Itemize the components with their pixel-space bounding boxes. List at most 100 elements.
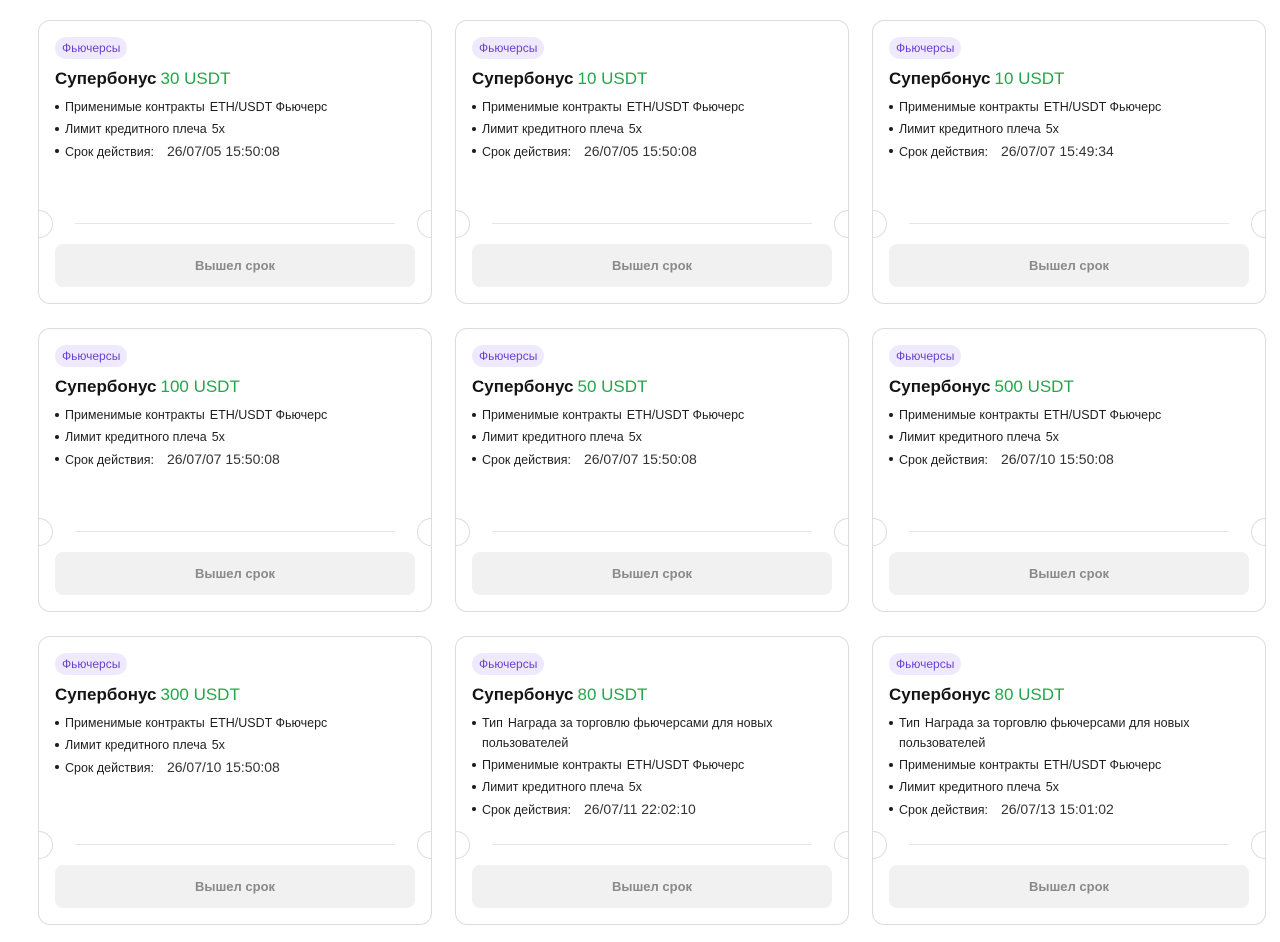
bonus-details-list: Применимые контракты ETH/USDT Фьючерс Лими… [889, 405, 1249, 470]
expired-button[interactable]: Вышел срок [472, 865, 832, 908]
bonus-detail-item: Лимит кредитного плеча 5x [472, 777, 832, 797]
bonus-details-list: Применимые контракты ETH/USDT Фьючерс Лими… [55, 713, 415, 778]
expired-button[interactable]: Вышел срок [889, 244, 1249, 287]
bonus-title-label: Супербонус [889, 377, 991, 396]
detail-value: 5x [628, 122, 642, 136]
ticket-notch-right [417, 210, 431, 238]
dashed-divider [909, 531, 1229, 532]
detail-key: Срок действия: [65, 453, 154, 467]
detail-value: 26/07/10 15:50:08 [166, 759, 280, 775]
card-content: Фьючерсы Супербонус 50 USDT Применимые конт… [456, 329, 848, 470]
bonus-detail-item: Лимит кредитного плеча 5x [889, 427, 1249, 447]
ticket-notch-right [834, 210, 848, 238]
detail-key: Тип [899, 716, 920, 730]
bonus-detail-item: Применимые контракты ETH/USDT Фьючерс [472, 755, 832, 775]
bonus-amount: 10 USDT [577, 69, 648, 88]
dashed-divider [492, 844, 812, 845]
card-content: Фьючерсы Супербонус 100 USDT Применимые кон… [39, 329, 431, 470]
expired-button[interactable]: Вышел срок [889, 552, 1249, 595]
bonus-amount: 30 USDT [160, 69, 231, 88]
bonus-detail-item: Лимит кредитного плеча 5x [472, 119, 832, 139]
bonus-card: Фьючерсы Супербонус 500 USDT Применимые кон… [872, 328, 1266, 612]
detail-value: ETH/USDT Фьючерс [209, 408, 328, 422]
detail-value: 5x [211, 122, 225, 136]
bonus-title: Супербонус 50 USDT [472, 375, 832, 399]
bonus-detail-item: Лимит кредитного плеча 5x [55, 119, 415, 139]
detail-key: Лимит кредитного плеча [482, 780, 624, 794]
dashed-divider [492, 223, 812, 224]
bonus-title: Супербонус 80 USDT [472, 683, 832, 707]
detail-value: Награда за торговлю фьючерсами для новых… [899, 716, 1190, 750]
detail-key: Применимые контракты [482, 100, 622, 114]
card-content: Фьючерсы Супербонус 80 USDT Тип Награда за т… [456, 637, 848, 820]
bonus-details-list: Тип Награда за торговлю фьючерсами для но… [889, 713, 1249, 820]
detail-key: Применимые контракты [482, 408, 622, 422]
card-content: Фьючерсы Супербонус 10 USDT Применимые конт… [456, 21, 848, 162]
bonus-amount: 50 USDT [577, 377, 648, 396]
category-badge: Фьючерсы [55, 345, 128, 367]
card-content: Фьючерсы Супербонус 80 USDT Тип Награда за т… [873, 637, 1265, 820]
bonus-details-list: Применимые контракты ETH/USDT Фьючерс Лими… [472, 405, 832, 470]
bonus-card: Фьючерсы Супербонус 300 USDT Применимые кон… [38, 636, 432, 925]
bonus-detail-item: Лимит кредитного плеча 5x [889, 777, 1249, 797]
category-badge: Фьючерсы [889, 37, 962, 59]
bonus-detail-item: Срок действия: 26/07/07 15:50:08 [55, 449, 415, 470]
card-content: Фьючерсы Супербонус 30 USDT Применимые конт… [39, 21, 431, 162]
bonus-title: Супербонус 80 USDT [889, 683, 1249, 707]
expired-button[interactable]: Вышел срок [55, 552, 415, 595]
ticket-notch-right [1251, 210, 1265, 238]
expired-button[interactable]: Вышел срок [55, 244, 415, 287]
detail-value: 26/07/07 15:50:08 [583, 451, 697, 467]
bonus-detail-item: Срок действия: 26/07/07 15:50:08 [472, 449, 832, 470]
detail-value: 26/07/05 15:50:08 [583, 143, 697, 159]
detail-value: ETH/USDT Фьючерс [626, 408, 745, 422]
bonus-detail-item: Применимые контракты ETH/USDT Фьючерс [889, 97, 1249, 117]
bonus-title-label: Супербонус [55, 69, 157, 88]
detail-key: Лимит кредитного плеча [482, 122, 624, 136]
expired-button[interactable]: Вышел срок [889, 865, 1249, 908]
detail-value: ETH/USDT Фьючерс [1043, 408, 1162, 422]
dashed-divider [75, 844, 395, 845]
detail-key: Применимые контракты [899, 408, 1039, 422]
ticket-notch-left [873, 210, 887, 238]
detail-value: 5x [628, 780, 642, 794]
bonus-card: Фьючерсы Супербонус 80 USDT Тип Награда за т… [455, 636, 849, 925]
detail-key: Срок действия: [482, 453, 571, 467]
bonus-detail-item: Лимит кредитного плеча 5x [55, 427, 415, 447]
category-badge: Фьючерсы [472, 345, 545, 367]
bonus-title: Супербонус 500 USDT [889, 375, 1249, 399]
category-badge: Фьючерсы [55, 37, 128, 59]
bonus-detail-item: Срок действия: 26/07/07 15:49:34 [889, 141, 1249, 162]
detail-value: 26/07/07 15:50:08 [166, 451, 280, 467]
bonus-detail-item: Применимые контракты ETH/USDT Фьючерс [472, 405, 832, 425]
bonus-title: Супербонус 300 USDT [55, 683, 415, 707]
detail-value: 5x [628, 430, 642, 444]
bonus-detail-item: Срок действия: 26/07/11 22:02:10 [472, 799, 832, 820]
bonus-amount: 80 USDT [994, 685, 1065, 704]
bonus-title-label: Супербонус [55, 377, 157, 396]
detail-key: Применимые контракты [65, 100, 205, 114]
bonus-details-list: Тип Награда за торговлю фьючерсами для но… [472, 713, 832, 820]
expired-button[interactable]: Вышел срок [472, 552, 832, 595]
category-badge: Фьючерсы [55, 653, 128, 675]
detail-key: Лимит кредитного плеча [899, 122, 1041, 136]
card-content: Фьючерсы Супербонус 300 USDT Применимые кон… [39, 637, 431, 778]
ticket-notch-left [39, 210, 53, 238]
bonus-details-list: Применимые контракты ETH/USDT Фьючерс Лими… [55, 97, 415, 162]
bonus-title-label: Супербонус [472, 377, 574, 396]
ticket-notch-left [39, 518, 53, 546]
detail-key: Лимит кредитного плеча [65, 430, 207, 444]
bonus-detail-item: Применимые контракты ETH/USDT Фьючерс [889, 405, 1249, 425]
detail-key: Срок действия: [65, 145, 154, 159]
bonus-title-label: Супербонус [889, 685, 991, 704]
ticket-notch-left [873, 831, 887, 859]
bonus-detail-item: Применимые контракты ETH/USDT Фьючерс [55, 97, 415, 117]
detail-key: Срок действия: [899, 145, 988, 159]
bonus-title: Супербонус 100 USDT [55, 375, 415, 399]
detail-key: Срок действия: [482, 145, 571, 159]
category-badge: Фьючерсы [472, 653, 545, 675]
expired-button[interactable]: Вышел срок [55, 865, 415, 908]
detail-key: Срок действия: [65, 761, 154, 775]
bonus-detail-item: Лимит кредитного плеча 5x [55, 735, 415, 755]
expired-button[interactable]: Вышел срок [472, 244, 832, 287]
